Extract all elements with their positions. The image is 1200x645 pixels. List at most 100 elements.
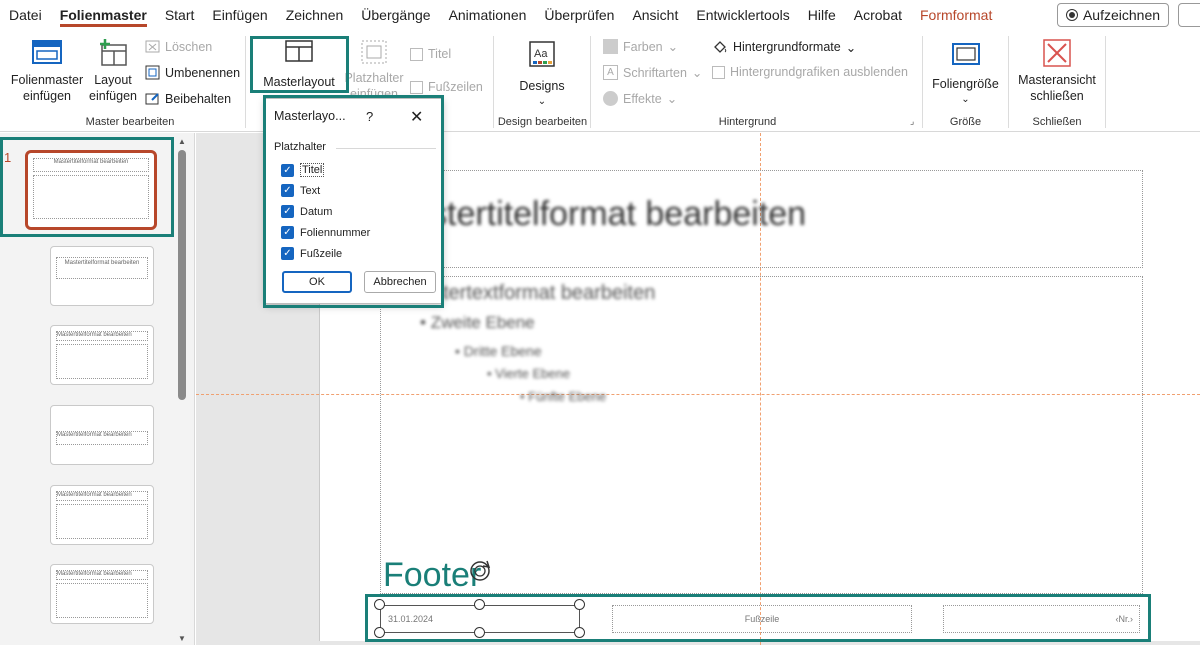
separator [590,36,591,128]
slide-thumbnail-layout[interactable]: Mastertitelformat bearbeiten [50,246,154,306]
slide-size-button[interactable]: Foliengröße ⌄ [928,40,1003,108]
thumb-title: Mastertitelformat bearbeiten [56,570,148,580]
slide-size-icon [951,43,980,65]
tab-datei[interactable]: Datei [0,0,51,30]
body-level-2: • Zweite Ebene [420,313,535,332]
delete-button[interactable]: Löschen [145,39,212,54]
close-master-icon [1043,39,1071,67]
designs-label: Designs [519,79,565,93]
footers-checkbox[interactable]: Fußzeilen [410,80,483,94]
group-label-design-edit: Design bearbeiten [497,116,588,128]
highlight-master-layout [250,36,349,93]
slide-master-icon [32,40,62,64]
body-level-4: • Vierte Ebene [487,366,571,381]
background-styles-label: Hintergrundformate [733,40,841,54]
tab-einfuegen[interactable]: Einfügen [203,0,276,30]
tab-ansicht[interactable]: Ansicht [623,0,687,30]
tab-uebergaenge[interactable]: Übergänge [352,0,439,30]
thumb-title: Mastertitelformat bearbeiten [56,257,148,279]
rename-icon [145,65,160,80]
tab-entwicklertools[interactable]: Entwicklertools [687,0,798,30]
close-master-button[interactable]: Masteransicht schließen [1015,38,1099,104]
separator [493,36,494,128]
colors-button[interactable]: Farben ⌄ [603,39,678,54]
title-checkbox[interactable]: Titel [410,47,451,61]
body-level-2-text: Zweite Ebene [430,313,535,332]
insert-layout-button[interactable]: Layout einfügen [88,38,138,104]
panel-scrollbar[interactable] [178,150,186,400]
thumb-body [56,583,148,618]
preserve-label: Beibehalten [165,91,232,106]
paint-bucket-icon [714,41,727,53]
body-level-3-text: Dritte Ebene [463,343,542,359]
insert-master-button[interactable]: Folienmaster einfügen [8,38,86,104]
placeholder-icon [361,40,387,64]
tab-hilfe[interactable]: Hilfe [799,0,845,30]
pin-icon [145,93,159,105]
thumb-title: Mastertitelformat bearbeiten [56,491,148,501]
group-label-close: Schließen [1032,116,1082,128]
tab-acrobat[interactable]: Acrobat [845,0,911,30]
scroll-down-icon[interactable]: ▼ [178,634,186,643]
menu-bar: Datei Folienmaster Start Einfügen Zeichn… [0,0,1200,30]
rename-label: Umbenennen [165,65,241,80]
record-icon [1065,9,1078,21]
rename-button[interactable]: Umbenennen [145,65,240,80]
designs-button[interactable]: Aa Designs ⌄ [512,40,572,110]
slide-size-label: Foliengröße [932,77,999,91]
slide-thumbnail-layout[interactable]: Mastertitelformat bearbeiten [50,325,154,385]
thumb-title: Mastertitelformat bearbeiten [56,431,148,445]
title-checkbox-label: Titel [428,47,452,61]
highlight-dialog [263,95,444,308]
fonts-button[interactable]: A Schriftarten ⌄ [603,65,702,80]
group-label-master-edit: Master bearbeiten [85,116,175,128]
record-button[interactable]: Aufzeichnen [1057,3,1169,27]
delete-label: Löschen [165,39,213,54]
separator [245,36,246,128]
thumb-body [56,504,148,539]
scroll-up-icon[interactable]: ▲ [178,137,186,146]
slide-thumbnail-layout[interactable]: Mastertitelformat bearbeiten [50,485,154,545]
tab-formformat[interactable]: Formformat [911,0,1001,30]
thumb-title: Mastertitelformat bearbeiten [56,331,148,341]
slide-thumbnail-layout[interactable]: Mastertitelformat bearbeiten [50,564,154,624]
slide-title: stertitelformat bearbeiten [430,195,807,233]
body-level-5-text: Fünfte Ebene [528,389,607,404]
insert-layout-icon [100,39,127,66]
effects-button[interactable]: Effekte ⌄ [603,91,677,106]
checkbox-icon [410,80,423,94]
body-level-5: • Fünfte Ebene [520,389,607,404]
designs-icon: Aa [529,41,555,67]
svg-text:Aa: Aa [534,48,548,60]
close-master-label: Masteransicht schließen [1018,73,1096,103]
tab-zeichnen[interactable]: Zeichnen [277,0,353,30]
checkbox-icon [712,65,725,79]
background-styles-button[interactable]: Hintergrundformate ⌄ [712,39,856,55]
comment-button[interactable] [1178,3,1200,27]
checkbox-icon [410,47,423,61]
body-level-3: • Dritte Ebene [455,343,542,359]
hide-bg-checkbox[interactable]: Hintergrundgrafiken ausblenden [712,65,908,79]
tab-ueberpruefen[interactable]: Überprüfen [535,0,623,30]
record-label: Aufzeichnen [1082,7,1161,23]
insert-placeholder-button[interactable]: Platzhalter einfügen [344,38,404,102]
insert-layout-label: Layout einfügen [89,73,137,103]
chevron-down-icon: ⌄ [667,40,679,54]
slide-thumbnail-layout[interactable]: Mastertitelformat bearbeiten [50,405,154,465]
highlight-master-thumbnail [0,137,174,237]
chevron-down-icon: ⌄ [845,40,857,55]
chevron-down-icon: ⌄ [691,66,703,80]
hide-bg-label: Hintergrundgrafiken ausblenden [730,65,908,79]
tab-folienmaster[interactable]: Folienmaster [51,0,156,30]
rotate-handle-icon[interactable] [467,558,493,584]
body-level-4-text: Vierte Ebene [495,366,571,381]
separator [922,36,923,128]
dialog-launcher-icon[interactable]: ⌟ [910,116,914,127]
chevron-down-icon: ⌄ [666,92,678,106]
preserve-button[interactable]: Beibehalten [145,91,231,106]
fonts-label: Schriftarten [623,65,687,80]
tab-animationen[interactable]: Animationen [440,0,536,30]
chevron-down-icon: ⌄ [537,96,547,107]
tab-start[interactable]: Start [156,0,204,30]
fonts-icon: A [603,65,618,80]
